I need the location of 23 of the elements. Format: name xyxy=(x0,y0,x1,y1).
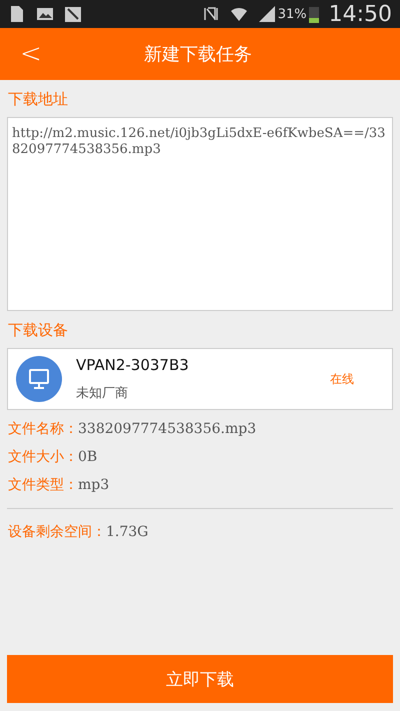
info-label: 文件名称： xyxy=(8,420,78,438)
info-value: 0B xyxy=(78,449,98,465)
info-label: 文件类型： xyxy=(8,476,78,494)
device-status: 在线 xyxy=(330,370,354,388)
info-label: 文件大小： xyxy=(8,448,78,466)
file-icon xyxy=(8,5,26,23)
device-vendor: 未知厂商 xyxy=(76,385,129,402)
section-label: 下载设备 xyxy=(8,321,69,340)
section-label: 下载地址 xyxy=(8,90,69,109)
url-field[interactable]: http://m2.music.126.net/i0jb3gLi5dxE-e6fKwbeSA==/3382097774538356.mp3 xyxy=(7,117,393,311)
device-card[interactable]: VPAN2-3037B3 未知厂商 在线 xyxy=(7,348,393,410)
battery-percentage: 31% xyxy=(278,6,307,22)
wifi-icon xyxy=(230,5,248,23)
monitor-icon xyxy=(16,356,62,402)
page-title: 新建下载任务 xyxy=(142,43,253,66)
device-name: VPAN2-3037B3 xyxy=(76,356,190,374)
signal-icon xyxy=(258,5,276,23)
info-label: 设备剩余空间： xyxy=(8,523,106,541)
info-value: 3382097774538356.mp3 xyxy=(78,421,256,437)
info-value: mp3 xyxy=(78,477,110,493)
clock: 14:50 xyxy=(328,2,392,26)
info-value: 1.73G xyxy=(106,524,148,540)
battery-icon xyxy=(308,5,319,23)
